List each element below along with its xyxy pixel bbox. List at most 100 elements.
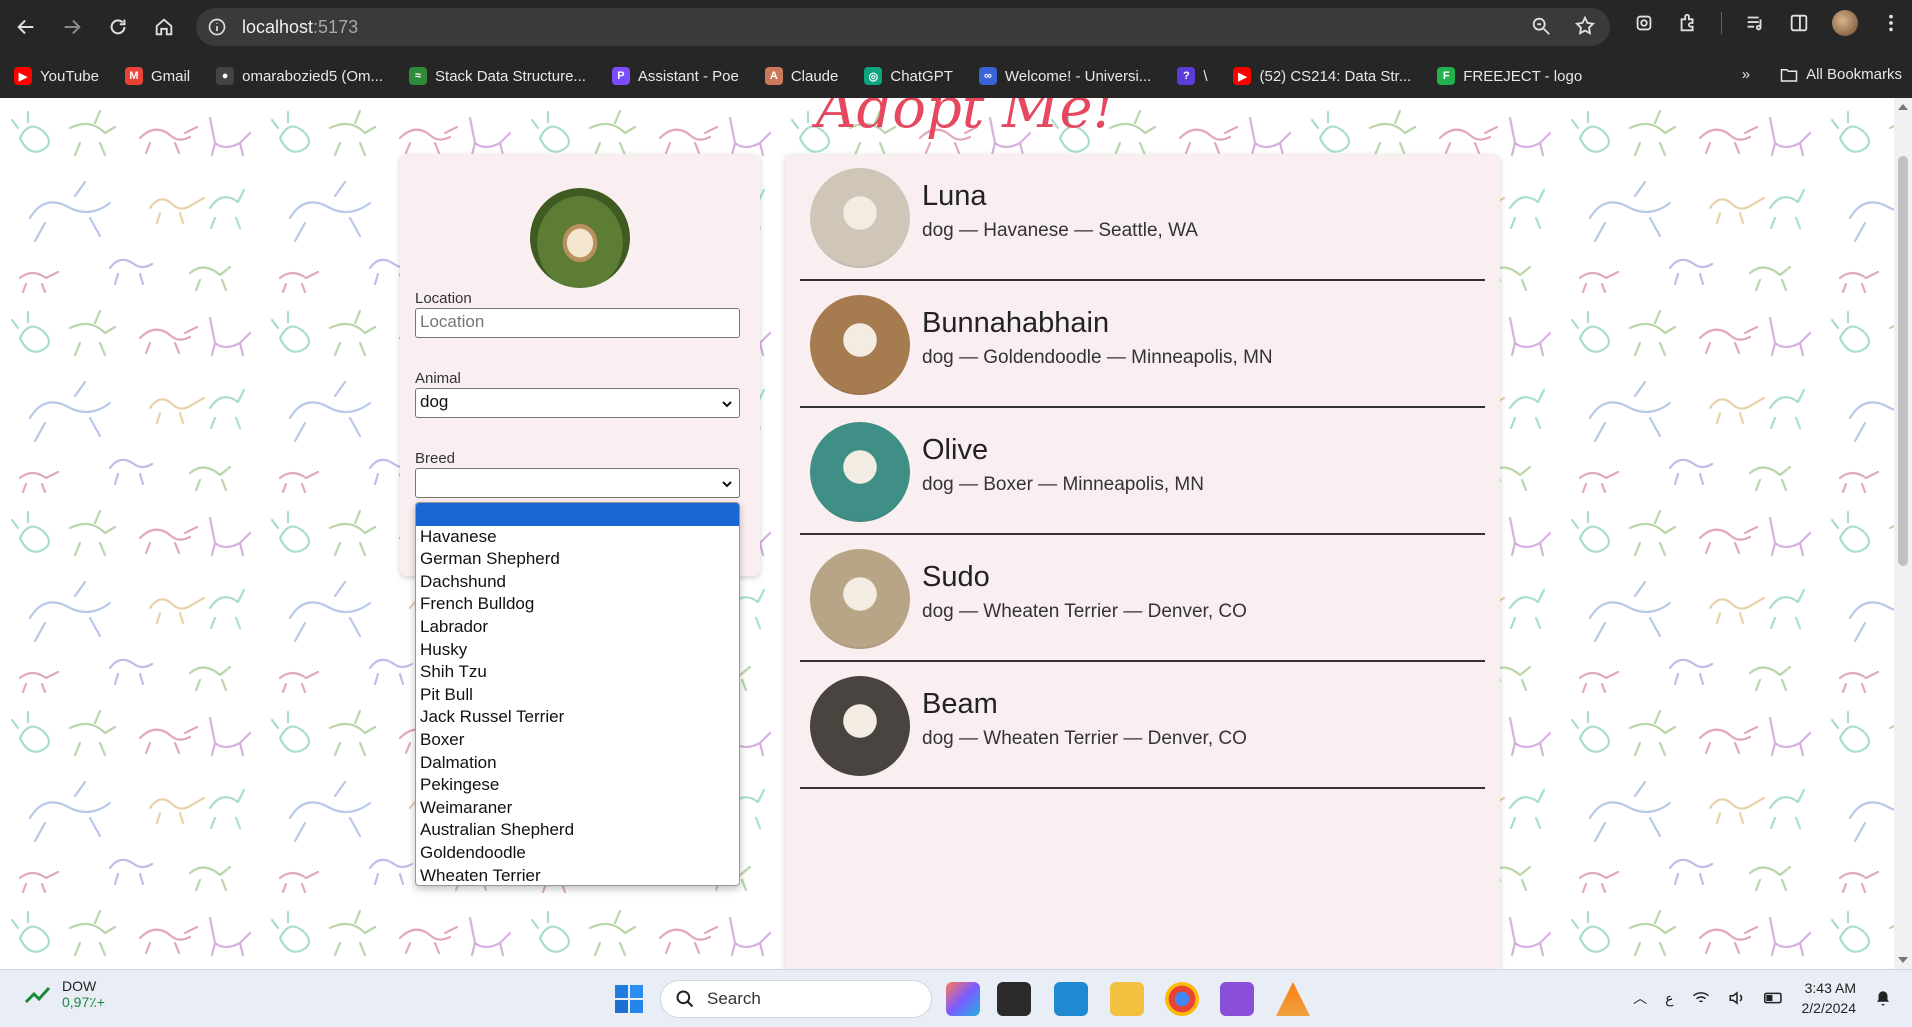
arrow-left-icon — [17, 19, 34, 35]
bookmark-item[interactable]: A Claude — [764, 67, 838, 85]
bookmark-item[interactable]: M Gmail — [124, 67, 191, 85]
breed-select[interactable] — [415, 468, 740, 498]
animal-select[interactable]: dog — [415, 388, 740, 418]
breed-option[interactable]: Husky — [416, 639, 739, 662]
profile-avatar[interactable] — [1832, 10, 1858, 36]
more-bookmarks-icon[interactable]: » — [1742, 66, 1750, 83]
pet-card[interactable]: Luna dog — Havanese — Seattle, WA — [800, 154, 1485, 281]
windows-logo-icon — [615, 985, 643, 1013]
pet-photo — [810, 422, 910, 522]
pet-card[interactable]: Olive dog — Boxer — Minneapolis, MN — [800, 408, 1485, 535]
pet-details: dog — Wheaten Terrier — Denver, CO — [922, 601, 1247, 622]
breed-dropdown-list[interactable]: Havanese German Shepherd Dachshund French B… — [415, 502, 740, 886]
keyboard-language[interactable]: ع — [1665, 990, 1673, 1007]
more-menu-icon[interactable] — [1880, 12, 1902, 34]
tab-search-icon[interactable] — [1633, 12, 1655, 34]
breed-option[interactable]: Dachshund — [416, 571, 739, 594]
pet-name: Bunnahabhain — [922, 307, 1110, 339]
page-scrollbar[interactable] — [1894, 98, 1912, 969]
pet-photo — [810, 168, 910, 268]
site-logo[interactable]: Adopt Me! — [816, 98, 1115, 141]
bookmark-item[interactable]: ▶ (52) CS214: Data Str... — [1233, 67, 1411, 85]
bookmark-item[interactable]: ∞ Welcome! - Universi... — [978, 67, 1151, 85]
pet-card[interactable]: Bunnahabhain dog — Goldendoodle — Minneap… — [800, 281, 1485, 408]
breed-option[interactable]: Jack Russel Terrier — [416, 706, 739, 729]
url-host: localhost — [242, 16, 314, 37]
file-explorer-icon[interactable] — [1110, 982, 1144, 1016]
star-icon[interactable] — [1574, 15, 1596, 37]
folder-icon — [1780, 68, 1798, 82]
breed-option[interactable]: Pekingese — [416, 774, 739, 797]
wifi-icon[interactable] — [1692, 990, 1710, 1006]
bookmark-favicon-icon: ▶ — [1233, 67, 1252, 85]
breed-option[interactable]: Labrador — [416, 616, 739, 639]
address-bar[interactable]: localhost:5173 — [196, 8, 1610, 46]
breed-option[interactable]: French Bulldog — [416, 593, 739, 616]
extensions-icon[interactable] — [1677, 12, 1699, 34]
breed-option[interactable]: German Shepherd — [416, 548, 739, 571]
all-bookmarks-button[interactable]: All Bookmarks — [1780, 66, 1902, 83]
vscode-app-icon[interactable] — [1054, 982, 1088, 1016]
scroll-down-arrow[interactable] — [1898, 957, 1908, 963]
chevron-up-icon[interactable]: ︿ — [1633, 988, 1647, 1008]
reload-button[interactable] — [98, 7, 138, 47]
clock[interactable]: 3:43 AM 2/2/2024 — [1802, 978, 1857, 1018]
site-info-icon[interactable] — [204, 14, 230, 40]
pet-card[interactable]: Beam dog — Wheaten Terrier — Denver, CO — [800, 662, 1485, 789]
home-button[interactable] — [144, 7, 184, 47]
chevron-down-icon — [722, 401, 732, 408]
scrollbar-thumb[interactable] — [1898, 156, 1908, 566]
breed-option[interactable]: Goldendoodle — [416, 842, 739, 865]
side-panel-icon[interactable] — [1788, 12, 1810, 34]
windows-start-button[interactable] — [612, 982, 646, 1016]
terminal-app-icon[interactable] — [997, 982, 1031, 1016]
bookmark-item[interactable]: F FREEJECT - logo — [1437, 67, 1582, 85]
pet-details: dog — Wheaten Terrier — Denver, CO — [922, 728, 1247, 749]
bookmark-item[interactable]: ? \ — [1177, 67, 1207, 85]
pet-name: Olive — [922, 434, 989, 466]
pet-photo — [810, 549, 910, 649]
breed-option[interactable]: Weimaraner — [416, 797, 739, 820]
bookmark-favicon-icon: ? — [1177, 67, 1196, 85]
bookmark-label: ChatGPT — [890, 67, 953, 85]
video-editor-icon[interactable] — [1220, 982, 1254, 1016]
zoom-icon[interactable] — [1530, 15, 1552, 37]
bookmark-item[interactable]: ● omarabozied5 (Om... — [216, 67, 383, 85]
animal-label: Animal — [415, 370, 461, 387]
volume-icon[interactable] — [1728, 990, 1746, 1006]
breed-option[interactable]: Pit Bull — [416, 684, 739, 707]
all-bookmarks-label: All Bookmarks — [1806, 66, 1902, 83]
location-input[interactable]: Location — [415, 308, 740, 338]
bookmark-favicon-icon: P — [611, 67, 630, 85]
battery-icon[interactable] — [1763, 991, 1784, 1005]
breed-option[interactable]: Australian Shepherd — [416, 819, 739, 842]
breed-option[interactable]: Dalmation — [416, 752, 739, 775]
clock-date: 2/2/2024 — [1801, 1000, 1857, 1016]
back-button[interactable] — [6, 7, 46, 47]
bookmark-item[interactable]: ≈ Stack Data Structure... — [409, 67, 586, 85]
bookmark-label: Gmail — [150, 67, 191, 85]
url-port: :5173 — [313, 16, 359, 37]
notification-bell-icon[interactable] — [1874, 989, 1892, 1007]
bookmark-favicon-icon: F — [1437, 67, 1456, 85]
pet-card[interactable]: Sudo dog — Wheaten Terrier — Denver, CO — [800, 535, 1485, 662]
bookmark-item[interactable]: P Assistant - Poe — [611, 67, 739, 85]
forward-button[interactable] — [52, 7, 92, 47]
breed-option[interactable] — [416, 503, 739, 526]
copilot-app-icon[interactable] — [946, 982, 980, 1016]
breed-option[interactable]: Havanese — [416, 526, 739, 549]
breed-option[interactable]: Wheaten Terrier — [416, 865, 739, 886]
bookmark-favicon-icon: ∞ — [978, 67, 997, 85]
taskbar-search[interactable]: Search — [660, 980, 932, 1018]
scroll-up-arrow[interactable] — [1898, 104, 1908, 110]
stock-widget[interactable]: DOW 0,97٪+ — [24, 978, 105, 1011]
vlc-app-icon[interactable] — [1276, 982, 1310, 1016]
breed-option[interactable]: Shih Tzu — [416, 661, 739, 684]
breed-option[interactable]: Boxer — [416, 729, 739, 752]
media-control-icon[interactable] — [1744, 12, 1766, 34]
pet-details: dog — Goldendoodle — Minneapolis, MN — [922, 347, 1273, 368]
chrome-app-icon[interactable] — [1165, 982, 1199, 1016]
stock-trend-icon — [24, 986, 51, 1003]
bookmark-item[interactable]: ▶ YouTube — [14, 67, 99, 85]
bookmark-item[interactable]: ◎ ChatGPT — [864, 67, 953, 85]
